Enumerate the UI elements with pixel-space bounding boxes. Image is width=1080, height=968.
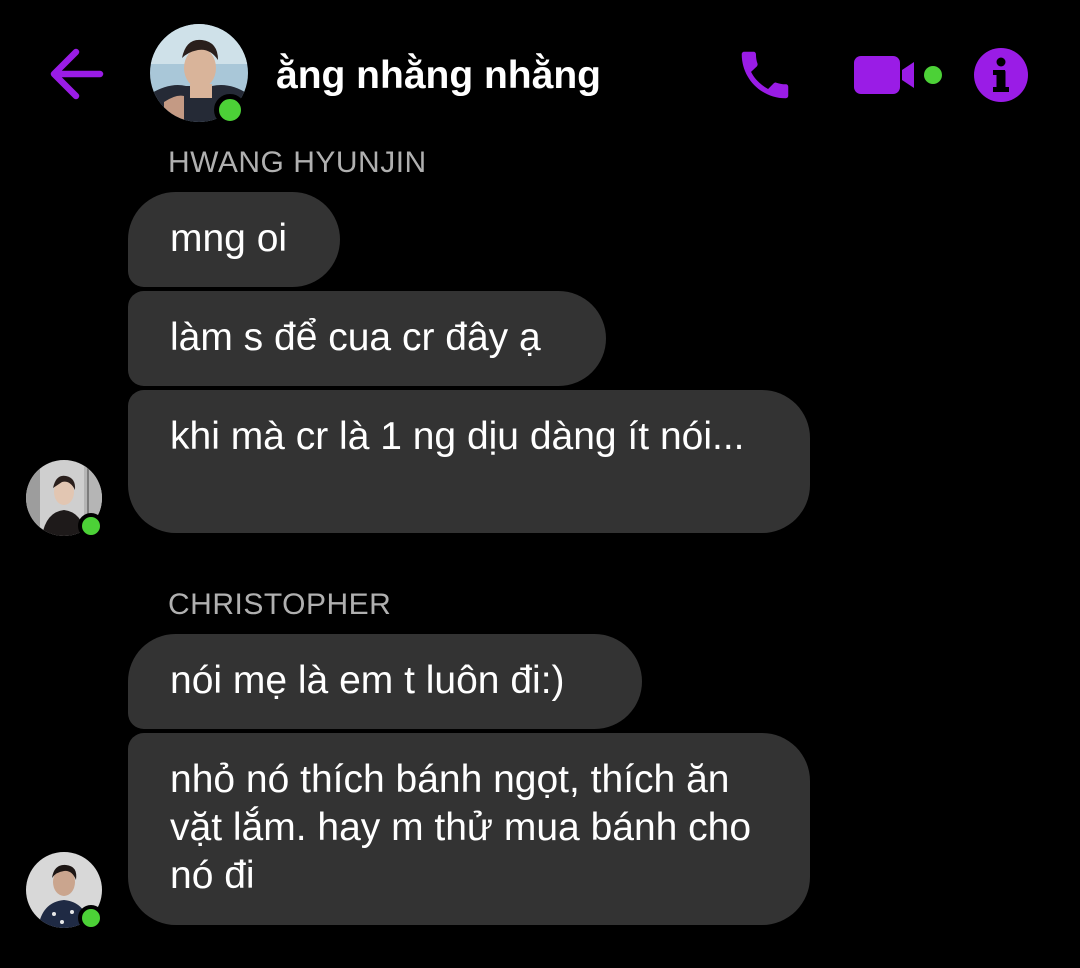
sender-name: CHRISTOPHER (168, 588, 392, 621)
voice-call-button[interactable] (734, 44, 796, 106)
phone-icon (741, 51, 789, 99)
online-status-dot (78, 513, 104, 539)
chat-header: ằng nhằng nhằng (0, 0, 1080, 148)
online-status-dot (214, 94, 246, 126)
video-call-button[interactable] (850, 50, 950, 100)
conversation-info-button[interactable] (972, 46, 1030, 104)
arrow-left-icon (50, 48, 104, 100)
info-icon (974, 48, 1028, 102)
back-button[interactable] (46, 46, 106, 102)
message-bubble[interactable]: mng oi (128, 192, 340, 287)
message-bubble[interactable]: làm s để cua cr đây ạ (128, 291, 606, 386)
sender-avatar[interactable] (26, 460, 104, 539)
message-bubble[interactable]: nhỏ nó thích bánh ngọt, thích ăn vặt lắm… (128, 733, 810, 925)
online-status-dot (78, 905, 104, 931)
message-bubble[interactable]: nói mẹ là em t luôn đi:) (128, 634, 642, 729)
sender-avatar[interactable] (26, 852, 104, 931)
chat-avatar[interactable] (150, 24, 248, 126)
sender-name: HWANG HYUNJIN (168, 146, 427, 179)
chat-title[interactable]: ằng nhằng nhằng (276, 52, 601, 100)
message-bubble[interactable]: khi mà cr là 1 ng dịu dàng ít nói... (128, 390, 810, 533)
video-camera-icon (854, 56, 942, 94)
